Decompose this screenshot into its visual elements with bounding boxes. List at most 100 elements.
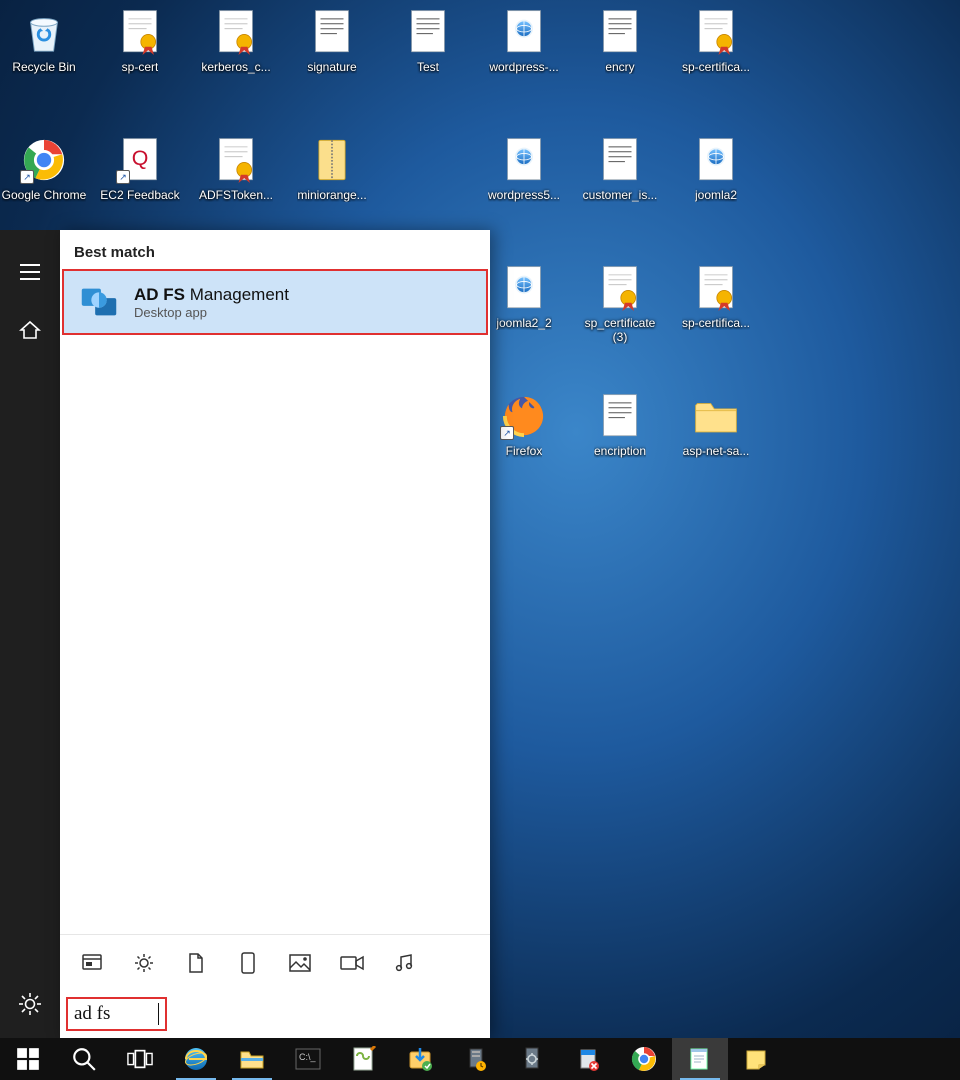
desktop-icon-label: wordpress5... — [488, 188, 560, 202]
cert-icon — [692, 8, 740, 56]
taskbar-npp-button[interactable] — [336, 1038, 392, 1080]
desktop-icon-label: sp-certifica... — [682, 316, 750, 330]
filter-settings-icon[interactable] — [132, 951, 156, 975]
best-match-header: Best match — [60, 230, 490, 269]
filter-documents-icon[interactable] — [184, 951, 208, 975]
taskbar-start-button[interactable] — [0, 1038, 56, 1080]
desktop-icon-test[interactable]: Test — [384, 8, 472, 74]
desktop-icon-label: kerberos_c... — [201, 60, 270, 74]
desktop-icon-wordpress-[interactable]: wordpress-... — [480, 8, 568, 74]
desktop-icon-label: Firefox — [506, 444, 543, 458]
filter-apps-icon[interactable] — [80, 951, 104, 975]
taskbar-install-button[interactable] — [392, 1038, 448, 1080]
desktop-icon-google-chrome[interactable]: ↗ Google Chrome — [0, 136, 88, 202]
search-filters — [60, 934, 490, 990]
desktop-icon-miniorange-[interactable]: miniorange... — [288, 136, 376, 202]
desktop-icon-label: encry — [605, 60, 634, 74]
firefox-icon: ↗ — [500, 392, 548, 440]
taskbar-server-button[interactable] — [448, 1038, 504, 1080]
desktop-icon-label: sp_certificate (3) — [577, 316, 663, 344]
svg-text:C:\_: C:\_ — [299, 1052, 317, 1062]
xml-icon — [500, 8, 548, 56]
desktop-icon-label: miniorange... — [297, 188, 366, 202]
desktop-icon-encription[interactable]: encription — [576, 392, 664, 458]
desktop-icon-customer-is-[interactable]: customer_is... — [576, 136, 664, 202]
desktop-icon-label: Google Chrome — [2, 188, 87, 202]
filter-videos-icon[interactable] — [340, 951, 364, 975]
desktop-icon-label: EC2 Feedback — [100, 188, 179, 202]
taskbar-chrome-button[interactable] — [616, 1038, 672, 1080]
hamburger-icon[interactable] — [6, 248, 54, 296]
taskbar-notepad-button[interactable] — [672, 1038, 728, 1080]
cert-icon — [116, 8, 164, 56]
chrome-icon: ↗ — [20, 136, 68, 184]
cert-icon — [212, 136, 260, 184]
desktop-icon-encry[interactable]: encry — [576, 8, 664, 74]
desktop-icon-sp-certifica-[interactable]: sp-certifica... — [672, 8, 760, 74]
svg-text:Q: Q — [132, 146, 149, 170]
text-icon — [404, 8, 452, 56]
desktop-icon-wordpress5-[interactable]: wordpress5... — [480, 136, 568, 202]
taskbar-cmd-button[interactable]: C:\_ — [280, 1038, 336, 1080]
desktop-icon-label: Recycle Bin — [12, 60, 75, 74]
desktop-icon-sp-cert[interactable]: sp-cert — [96, 8, 184, 74]
taskbar-taskview-button[interactable] — [112, 1038, 168, 1080]
search-panel: Best match AD FS Management Desktop app — [60, 230, 490, 1038]
text-icon — [596, 8, 644, 56]
desktop-icon-label: sp-certifica... — [682, 60, 750, 74]
desktop-icon-firefox[interactable]: ↗ Firefox — [480, 392, 568, 458]
taskbar-explorer-button[interactable] — [224, 1038, 280, 1080]
settings-icon[interactable] — [6, 980, 54, 1028]
taskbar: C:\_ — [0, 1038, 960, 1080]
xml-icon — [500, 264, 548, 312]
desktop-icon-label: sp-cert — [122, 60, 159, 74]
search-input-highlight — [66, 997, 167, 1031]
filter-music-icon[interactable] — [392, 951, 416, 975]
desktop-icon-adfstoken-[interactable]: ADFSToken... — [192, 136, 280, 202]
taskbar-services-button[interactable] — [504, 1038, 560, 1080]
desktop-icon-ec2-feedback[interactable]: Q↗ EC2 Feedback — [96, 136, 184, 202]
search-result-adfs[interactable]: AD FS Management Desktop app — [62, 269, 488, 335]
desktop-icon-label: signature — [307, 60, 356, 74]
q-icon: Q↗ — [116, 136, 164, 184]
home-icon[interactable] — [6, 306, 54, 354]
start-rail — [0, 230, 60, 1038]
xml-icon — [500, 136, 548, 184]
desktop-icon-signature[interactable]: signature — [288, 8, 376, 74]
search-input-row — [60, 990, 490, 1038]
desktop-icon-kerberos-c-[interactable]: kerberos_c... — [192, 8, 280, 74]
desktop-icon-recycle-bin[interactable]: Recycle Bin — [0, 8, 88, 74]
adfs-icon — [76, 279, 122, 325]
cert-icon — [212, 8, 260, 56]
desktop-icon-label: encription — [594, 444, 646, 458]
recycle-icon — [20, 8, 68, 56]
folder-icon — [692, 392, 740, 440]
desktop-icon-label: customer_is... — [583, 188, 658, 202]
cert-icon — [596, 264, 644, 312]
desktop-icon-label: asp-net-sa... — [683, 444, 750, 458]
desktop-icon-joomla2[interactable]: joomla2 — [672, 136, 760, 202]
search-result-subtitle: Desktop app — [134, 305, 289, 320]
filter-web-icon[interactable] — [236, 951, 260, 975]
taskbar-cleanup-button[interactable] — [560, 1038, 616, 1080]
text-icon — [308, 8, 356, 56]
desktop-icon-label: joomla2_2 — [496, 316, 551, 330]
desktop-icon-asp-net-sa-[interactable]: asp-net-sa... — [672, 392, 760, 458]
desktop-icon-label: joomla2 — [695, 188, 737, 202]
desktop-icon-label: wordpress-... — [489, 60, 558, 74]
desktop-icon-label: Test — [417, 60, 439, 74]
search-result-title: AD FS Management — [134, 285, 289, 305]
cert-icon — [692, 264, 740, 312]
taskbar-search-button[interactable] — [56, 1038, 112, 1080]
desktop-icon-joomla2-2[interactable]: joomla2_2 — [480, 264, 568, 330]
text-icon — [596, 392, 644, 440]
desktop-icon-sp-certifica-[interactable]: sp-certifica... — [672, 264, 760, 330]
taskbar-ie-button[interactable] — [168, 1038, 224, 1080]
filter-photos-icon[interactable] — [288, 951, 312, 975]
taskbar-sticky-button[interactable] — [728, 1038, 784, 1080]
desktop-icon-sp-certificate-3-[interactable]: sp_certificate (3) — [576, 264, 664, 344]
text-icon — [596, 136, 644, 184]
search-input[interactable] — [74, 1003, 158, 1025]
xml-icon — [692, 136, 740, 184]
desktop-icon-label: ADFSToken... — [199, 188, 273, 202]
